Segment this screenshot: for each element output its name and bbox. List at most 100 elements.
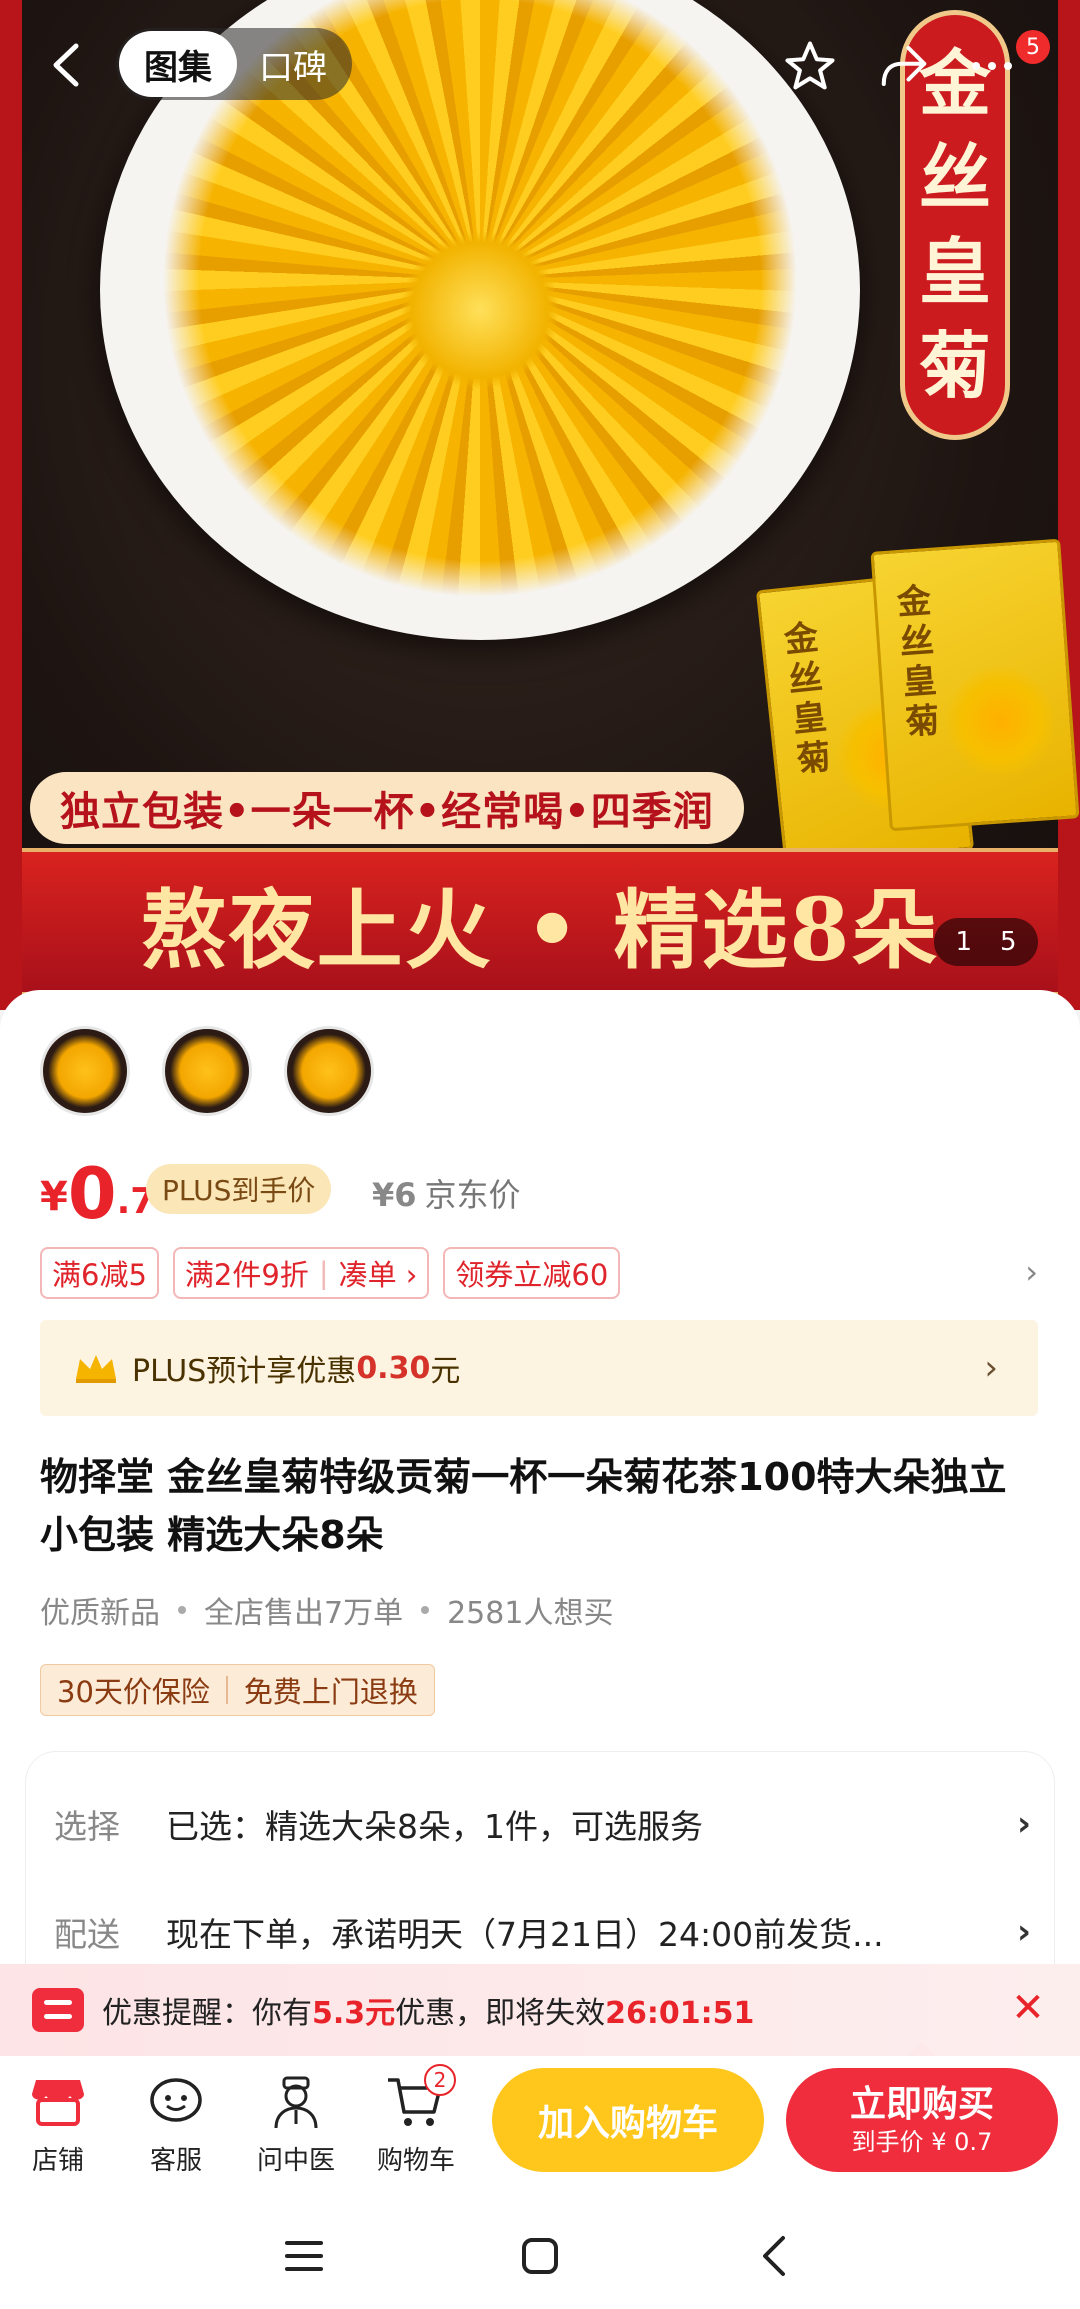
promo-text: 满2件9折 (184, 1258, 309, 1292)
service-divider (225, 1676, 228, 1704)
plus-discount-unit: 元 (430, 1354, 461, 1389)
ask-doctor-button[interactable]: 问中医 (246, 2070, 346, 2177)
chat-face-icon (144, 2070, 208, 2134)
customer-service-label: 客服 (149, 2146, 202, 2176)
share-button[interactable] (874, 36, 934, 96)
cart-icon: 2 (384, 2064, 456, 2134)
product-title: 物择堂 金丝皇菊特级贡菊一杯一朵菊花茶100特大朵独立小包装 精选大朵8朵 (40, 1455, 1007, 1557)
chevron-right-icon: › (984, 1348, 998, 1388)
hero-banner: 熬夜上火 • 精选8朵 (22, 848, 1058, 996)
service-price-protection: 30天价保险 (57, 1675, 210, 1709)
store-button[interactable]: 店铺 (8, 2070, 108, 2177)
reminder-amount: 5.3元 (312, 1996, 396, 2031)
plus-discount-bar[interactable]: PLUS预计享优惠 0.30 元 › (40, 1320, 1038, 1416)
notification-badge: 5 (1016, 30, 1050, 64)
more-icon (972, 62, 1012, 70)
price-currency: ¥ (40, 1174, 68, 1220)
back-arrow-icon (763, 2236, 785, 2276)
more-button[interactable] (962, 36, 1022, 96)
close-icon[interactable]: ✕ (1006, 1985, 1050, 2031)
jd-price: ¥6 京东价 (372, 1170, 521, 1216)
tab-gallery[interactable]: 图集 (119, 31, 237, 97)
promo-full-reduction[interactable]: 满6减5 (40, 1247, 159, 1299)
favorite-button[interactable] (780, 36, 840, 96)
promo-text: 满6减5 (52, 1258, 147, 1292)
buy-now-label: 立即购买 (849, 2084, 994, 2125)
recent-apps-button[interactable] (274, 2226, 334, 2286)
cart-count-badge: 2 (424, 2064, 456, 2096)
star-icon (785, 41, 835, 90)
jd-price-label: 京东价 (424, 1176, 521, 1214)
price: ¥ 0 .7 (40, 1150, 155, 1230)
promo-multi-discount[interactable]: 满2件9折 | 凑单 › (172, 1247, 430, 1299)
store-label: 店铺 (31, 2146, 84, 2176)
cart-label: 购物车 (376, 2146, 455, 2176)
meta-sold-count: 全店售出7万单 (204, 1596, 404, 1631)
store-icon (26, 2070, 90, 2134)
hero-tagline: 独立包装•一朵一杯•经常喝•四季润 (30, 772, 744, 844)
promo-divider: | (318, 1256, 329, 1290)
chevron-right-icon: › (1016, 1912, 1031, 1952)
home-button[interactable] (510, 2226, 570, 2286)
plus-discount-text: PLUS预计享优惠 (132, 1354, 357, 1389)
package-image: 金丝皇菊 (870, 538, 1080, 832)
customer-service-button[interactable]: 客服 (126, 2070, 226, 2177)
meta-new-product: 优质新品 (40, 1596, 160, 1631)
service-free-return: 免费上门退换 (243, 1675, 418, 1709)
coupon-reminder-bar[interactable]: 优惠提醒：你有5.3元优惠，即将失效26:01:51 ✕ (0, 1964, 1080, 2056)
product-meta: 优质新品 全店售出7万单 2581人想买 (40, 1588, 613, 1632)
delivery-row[interactable]: 配送 现在下单，承诺明天（7月21日）24:00前发货... › (26, 1892, 1054, 1972)
tagline-text: 独立包装•一朵一杯•经常喝•四季润 (60, 789, 714, 835)
variant-thumbnail[interactable] (162, 1026, 252, 1116)
badge-char: 丝 (918, 135, 991, 220)
service-guarantees[interactable]: 30天价保险 免费上门退换 (40, 1664, 435, 1716)
variant-thumbnail[interactable] (40, 1026, 130, 1116)
promo-bundle-link[interactable]: 凑单 › (339, 1252, 418, 1294)
crown-icon (76, 1355, 116, 1383)
variant-thumbnails (40, 1026, 374, 1116)
doctor-icon (264, 2070, 328, 2134)
back-arrow-icon (53, 43, 79, 87)
variant-thumbnail[interactable] (284, 1026, 374, 1116)
chevron-right-icon: › (1016, 1804, 1031, 1844)
jd-price-value: ¥6 (372, 1176, 417, 1214)
reminder-text: 优惠提醒：你有5.3元优惠，即将失效26:01:51 (102, 1988, 754, 2032)
select-value: 已选：精选大朵8朵，1件，可选服务 (166, 1807, 703, 1846)
plus-price-tag: PLUS到手价 (146, 1164, 332, 1214)
promo-text: 领券立减60 (455, 1258, 609, 1292)
system-navigation-bar (0, 2196, 1080, 2309)
select-label: 选择 (54, 1807, 120, 1846)
add-to-cart-button[interactable]: 加入购物车 (492, 2068, 764, 2172)
coupon-icon (32, 1988, 84, 2032)
banner-text: 熬夜上火 • 精选8朵 (140, 879, 940, 981)
badge-char: 菊 (918, 323, 991, 408)
ask-doctor-label: 问中医 (256, 2146, 335, 2176)
promotions-row[interactable]: 满6减5 满2件9折 | 凑单 › 领券立减60 › (40, 1245, 1050, 1301)
promo-coupon[interactable]: 领券立减60 (443, 1247, 621, 1299)
meta-want-count: 2581人想买 (447, 1596, 614, 1631)
delivery-label: 配送 (54, 1915, 120, 1954)
image-counter-total: 5 (1000, 927, 1017, 957)
reminder-countdown: 26:01:51 (605, 1996, 755, 2031)
share-icon (881, 45, 927, 87)
badge-char: 皇 (918, 229, 991, 314)
reminder-prefix: 优惠提醒：你有 (102, 1996, 312, 2031)
buy-now-price: 到手价 ¥ 0.7 (851, 2128, 993, 2156)
system-back-button[interactable] (744, 2226, 804, 2286)
meta-dot (178, 1606, 186, 1614)
meta-dot (421, 1606, 430, 1614)
product-detail-page: 金 丝 皇 菊 金丝皇菊 金丝皇菊 独立包装•一朵一杯•经常喝•四季润 熬夜上火… (0, 0, 1080, 2309)
product-image-gallery[interactable]: 金 丝 皇 菊 金丝皇菊 金丝皇菊 独立包装•一朵一杯•经常喝•四季润 熬夜上火… (0, 0, 1080, 1010)
gallery-tab-switch: 图集 口碑 (116, 28, 352, 100)
cart-button[interactable]: 2 购物车 (366, 2064, 466, 2177)
back-button[interactable] (40, 40, 90, 90)
menu-icon (285, 2241, 323, 2271)
select-spec-row[interactable]: 选择 已选：精选大朵8朵，1件，可选服务 › (26, 1784, 1054, 1864)
image-counter: 1 5 (934, 918, 1038, 966)
reminder-middle: 优惠，即将失效 (395, 1996, 606, 2031)
buy-now-button[interactable]: 立即购买 到手价 ¥ 0.7 (786, 2068, 1058, 2172)
promotions-chevron-icon[interactable]: › (1025, 1253, 1038, 1291)
tab-reviews[interactable]: 口碑 (237, 40, 349, 89)
image-counter-current: 1 (955, 927, 972, 957)
bottom-action-bar: 店铺 客服 问中医 2 购物车 加入购物车 立即购买 到手价 ¥ 0.7 (0, 2056, 1080, 2196)
